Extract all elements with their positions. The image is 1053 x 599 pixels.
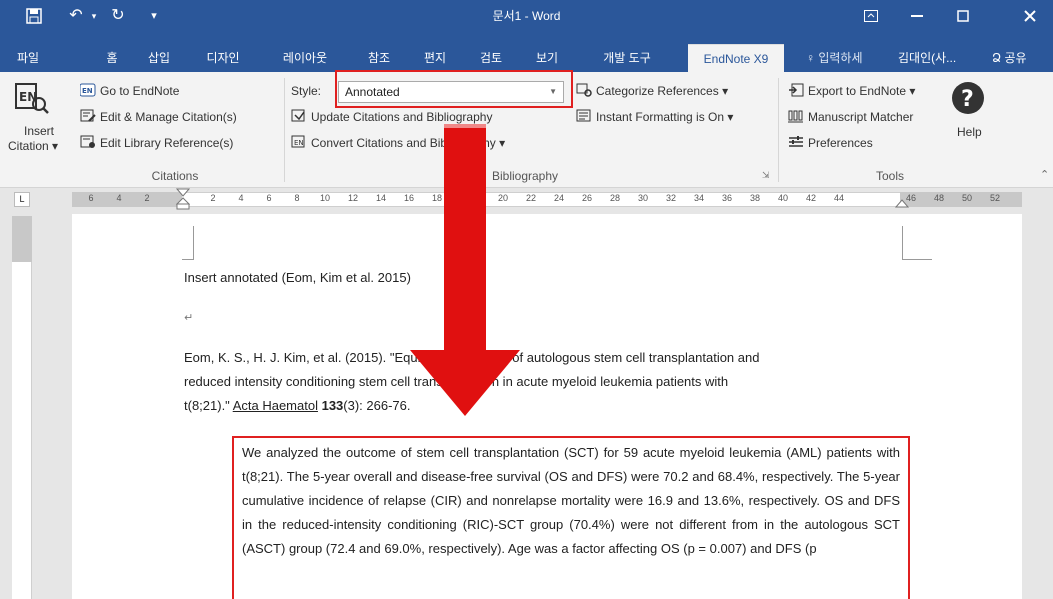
ruler-tick: 2: [210, 193, 216, 203]
ruler-tick: 52: [989, 193, 1000, 203]
close-icon[interactable]: [1007, 0, 1053, 32]
indent-marker-icon[interactable]: [176, 188, 190, 210]
ruler-tick: 36: [721, 193, 732, 203]
svg-text:EN: EN: [82, 87, 93, 95]
tab-developer[interactable]: 개발 도구: [594, 44, 660, 72]
convert-icon: EN: [291, 135, 307, 149]
manuscript-matcher-button[interactable]: Manuscript Matcher: [788, 107, 913, 127]
right-indent-marker-icon[interactable]: [895, 198, 909, 208]
ruler-tick: 8: [294, 193, 300, 203]
instant-formatting-icon: [576, 109, 592, 123]
title-bar: ↶ ▾ ↻ ▾ 문서1 - Word: [0, 0, 1053, 32]
tab-mailings[interactable]: 편지: [418, 44, 452, 72]
ruler-tick: 24: [553, 193, 564, 203]
library-icon: [80, 135, 96, 149]
paragraph-mark: ↵: [184, 312, 194, 324]
ruler-tick: 48: [933, 193, 944, 203]
preferences-icon: [788, 135, 804, 149]
style-label: Style:: [291, 84, 322, 98]
preferences-button[interactable]: Preferences: [788, 133, 873, 153]
volume: 133: [321, 398, 344, 413]
tab-home[interactable]: 홈: [98, 44, 126, 72]
tab-layout[interactable]: 레이아웃: [274, 44, 336, 72]
annotation-abstract[interactable]: We analyzed the outcome of stem cell tra…: [232, 436, 910, 599]
insert-citation-dropdown[interactable]: Citation ▾: [8, 138, 58, 154]
citations-group-label: Citations: [151, 169, 199, 183]
update-icon: [291, 109, 307, 123]
ruler-tick: 4: [238, 193, 244, 203]
dialog-launcher-icon[interactable]: ⇲: [762, 170, 770, 181]
journal-name: Acta Haematol: [232, 398, 318, 413]
ruler-tick: 10: [319, 193, 330, 203]
ruler-tick: 30: [637, 193, 648, 203]
svg-text:EN: EN: [294, 139, 304, 147]
help-label[interactable]: Help: [957, 122, 982, 142]
go-to-endnote-button[interactable]: EN Go to EndNote: [79, 81, 179, 101]
edit-library-reference-button[interactable]: Edit Library Reference(s): [80, 133, 233, 153]
ruler-tick: 40: [777, 193, 788, 203]
tab-selector[interactable]: L: [14, 192, 30, 207]
margin-corner-mark: [182, 226, 194, 260]
margin-corner-mark: [902, 226, 932, 260]
ruler-tick: 28: [609, 193, 620, 203]
style-highlight-box: [335, 70, 573, 108]
tab-endnote[interactable]: EndNote X9: [688, 44, 784, 72]
collapse-ribbon-icon[interactable]: ⌃: [1040, 168, 1049, 181]
ruler-tick: 42: [805, 193, 816, 203]
ruler-tick: 2: [144, 193, 150, 203]
share-button[interactable]: Ձ 공유: [992, 44, 1027, 72]
tab-file[interactable]: 파일: [8, 44, 48, 72]
ruler-tick: 26: [581, 193, 592, 203]
svg-text:EN: EN: [19, 90, 37, 104]
maximize-icon[interactable]: [940, 0, 986, 32]
insert-citation-icon[interactable]: EN: [14, 80, 50, 120]
group-separator: [284, 78, 285, 182]
tab-design[interactable]: 디자인: [198, 44, 248, 72]
insert-citation-label[interactable]: Insert: [24, 123, 54, 139]
endnote-logo-icon: EN: [79, 83, 96, 97]
ribbon-tabs: 파일 홈 삽입 디자인 레이아웃 참조 편지 검토 보기 개발 도구 EndNo…: [0, 32, 1053, 72]
edit-citation-icon: [80, 109, 96, 123]
tab-insert[interactable]: 삽입: [140, 44, 178, 72]
ruler-tick: 14: [375, 193, 386, 203]
red-arrow-annotation: [410, 124, 520, 416]
group-separator: [778, 78, 779, 182]
ribbon-display-options-icon[interactable]: [848, 0, 894, 32]
ruler-tick: 34: [693, 193, 704, 203]
ruler-tick: 32: [665, 193, 676, 203]
tell-me-search[interactable]: ♀ 입력하세: [806, 44, 863, 72]
vertical-ruler[interactable]: [12, 216, 32, 599]
instant-formatting-button[interactable]: Instant Formatting is On ▾: [576, 107, 733, 127]
ruler-tick: 6: [266, 193, 272, 203]
user-account[interactable]: 김대인(사...: [898, 44, 956, 72]
tab-view[interactable]: 보기: [530, 44, 564, 72]
tools-group-label: Tools: [875, 169, 904, 183]
ruler-tick: 4: [116, 193, 122, 203]
categorize-icon: [576, 83, 592, 97]
help-icon[interactable]: ?: [950, 80, 990, 120]
ruler-tick: 38: [749, 193, 760, 203]
tab-references[interactable]: 참조: [362, 44, 396, 72]
ruler-tick: 50: [961, 193, 972, 203]
manuscript-matcher-icon: [788, 109, 804, 123]
ruler-tick: 44: [833, 193, 844, 203]
svg-text:?: ?: [961, 87, 974, 112]
categorize-references-button[interactable]: Categorize References ▾: [576, 81, 728, 101]
minimize-icon[interactable]: [894, 0, 940, 32]
ruler-tick: 12: [347, 193, 358, 203]
edit-manage-citations-button[interactable]: Edit & Manage Citation(s): [80, 107, 237, 127]
export-icon: [788, 83, 804, 97]
ruler-tick: 6: [88, 193, 94, 203]
export-to-endnote-button[interactable]: Export to EndNote ▾: [788, 81, 915, 101]
tab-review[interactable]: 검토: [474, 44, 508, 72]
